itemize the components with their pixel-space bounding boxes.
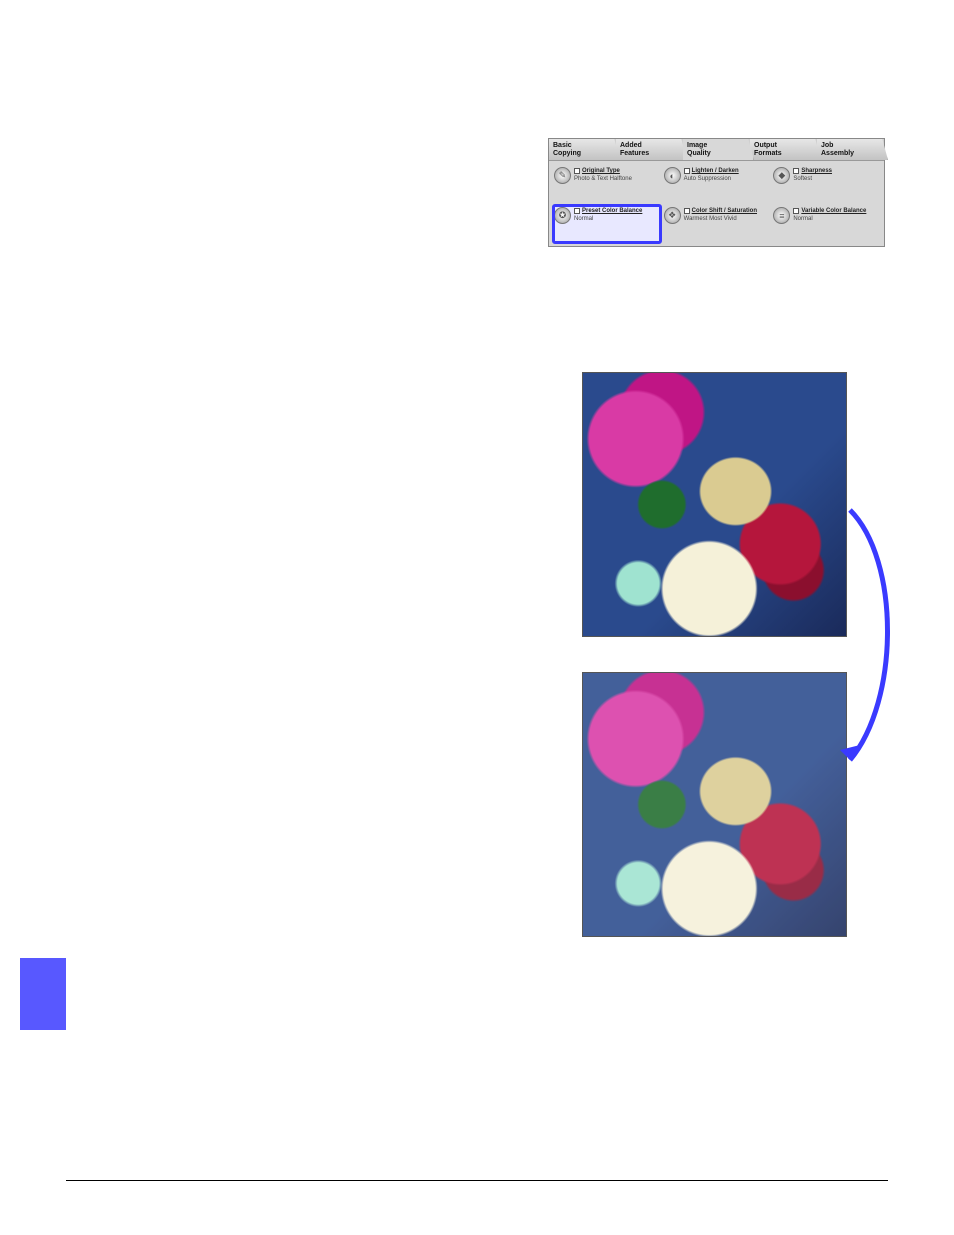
tab-label: Copying [553,150,581,157]
option-title: Lighten / Darken [692,167,739,175]
option-sub: Photo & Text Halftone [574,175,632,183]
option-sharpness[interactable]: ◆ Sharpness Softest [772,165,880,203]
tab-label: Image [687,142,707,149]
footer-rule [66,1180,888,1181]
option-title: Color Shift / Saturation [692,207,757,215]
example-photo-after [582,672,847,937]
variable-balance-icon: ≡ [773,207,790,224]
option-title: Original Type [582,167,620,175]
option-title: Variable Color Balance [801,207,866,215]
copier-touch-panel: Basic Copying Added Features Image Quali… [548,138,885,247]
tab-job-assembly[interactable]: Job Assembly [817,139,888,160]
option-preset-color-balance[interactable]: ✪ Preset Color Balance Normal [553,205,661,243]
section-marker [20,958,66,1030]
option-sub: Warmest Most Vivid [684,215,757,223]
option-sub: Normal [793,215,866,223]
checkbox-icon [684,208,690,214]
tab-label: Output [754,142,777,149]
option-sub: Softest [793,175,832,183]
preset-balance-icon: ✪ [554,207,571,224]
tab-added-features[interactable]: Added Features [616,139,687,160]
tab-bar: Basic Copying Added Features Image Quali… [549,139,884,161]
checkbox-icon [793,208,799,214]
option-original-type[interactable]: ✎ Original Type Photo & Text Halftone [553,165,661,203]
option-sub: Auto Suppression [684,175,739,183]
checkbox-icon [574,168,580,174]
tab-label: Quality [687,150,711,157]
options-grid: ✎ Original Type Photo & Text Halftone ◐ … [549,161,884,247]
option-sub: Normal [574,215,642,223]
tab-label: Assembly [821,150,854,157]
lighten-darken-icon: ◐ [664,167,681,184]
option-title: Preset Color Balance [582,207,642,215]
option-lighten-darken[interactable]: ◐ Lighten / Darken Auto Suppression [663,165,771,203]
option-color-shift-saturation[interactable]: ❖ Color Shift / Saturation Warmest Most … [663,205,771,243]
arrow-icon [830,500,910,800]
option-variable-color-balance[interactable]: ≡ Variable Color Balance Normal [772,205,880,243]
color-shift-icon: ❖ [664,207,681,224]
tab-label: Features [620,150,649,157]
checkbox-icon [793,168,799,174]
checkbox-icon [684,168,690,174]
checkbox-icon [574,208,580,214]
tab-basic-copying[interactable]: Basic Copying [549,139,620,160]
tab-image-quality[interactable]: Image Quality [683,139,754,160]
option-title: Sharpness [801,167,832,175]
tab-label: Formats [754,150,782,157]
tab-label: Added [620,142,642,149]
example-photo-before [582,372,847,637]
sharpness-icon: ◆ [773,167,790,184]
tab-label: Basic [553,142,572,149]
original-type-icon: ✎ [554,167,571,184]
tab-label: Job [821,142,833,149]
tab-output-formats[interactable]: Output Formats [750,139,821,160]
